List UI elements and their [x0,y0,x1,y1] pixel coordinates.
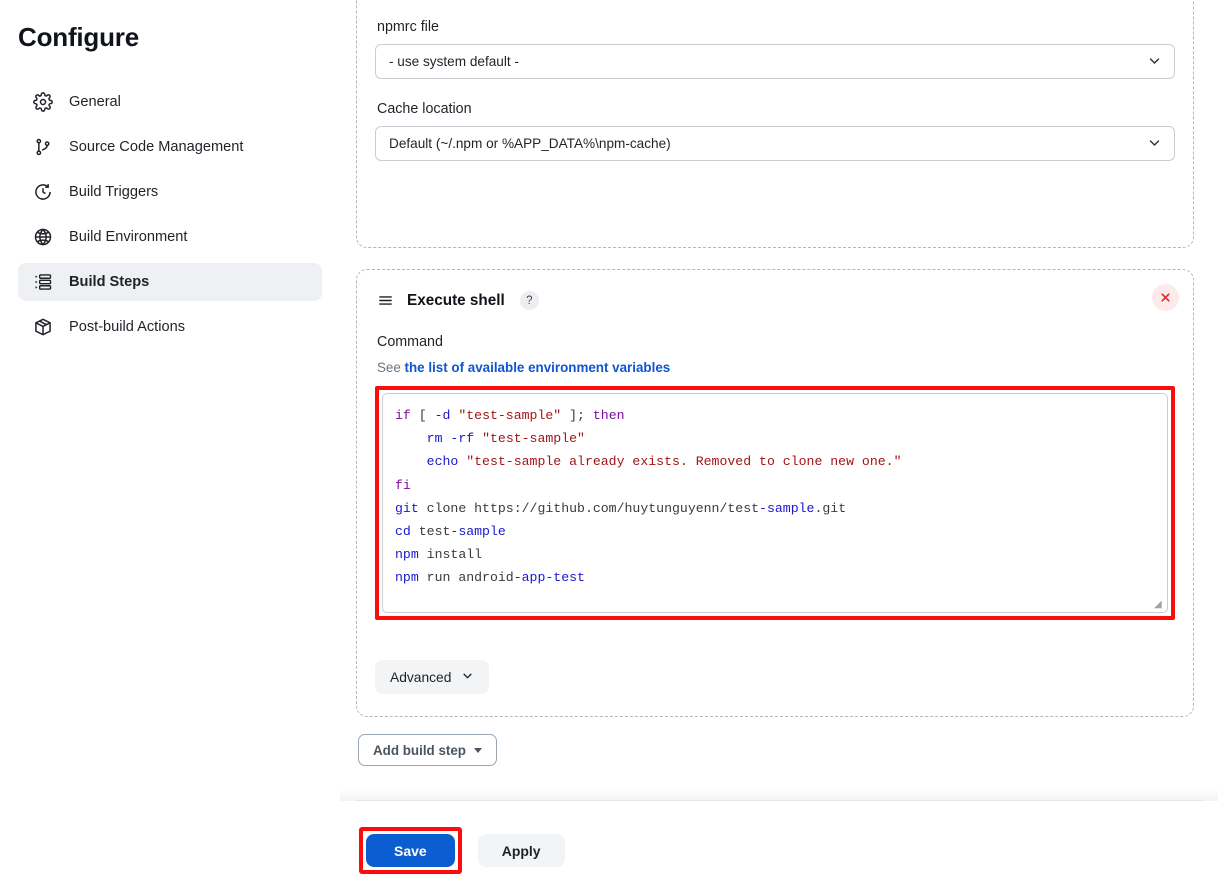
sidebar: Configure General Source Code Management… [0,0,340,875]
save-button[interactable]: Save [366,834,455,867]
npmrc-file-value: - use system default - [389,54,519,69]
chevron-down-icon [461,669,474,685]
globe-icon [32,227,53,248]
footer-divider [356,800,1202,801]
chevron-down-icon [1147,135,1162,153]
page-title: Configure [18,22,139,52]
close-icon[interactable] [1152,284,1179,311]
env-variables-link[interactable]: the list of available environment variab… [405,360,671,375]
sidebar-item-post-build-actions[interactable]: Post-build Actions [18,308,322,346]
resize-grip-icon[interactable]: ◢ [1154,600,1164,610]
advanced-button[interactable]: Advanced [375,660,490,694]
save-highlight-annotation: Save [359,827,462,874]
sidebar-item-label: Post-build Actions [69,319,186,335]
drag-handle-icon[interactable] [377,292,394,309]
cache-location-label: Cache location [377,101,472,117]
step-title: Execute shell [407,291,505,309]
sidebar-item-label: Build Triggers [69,184,159,200]
sidebar-item-build-triggers[interactable]: Build Triggers [18,173,322,211]
npm-settings-panel: ◢ npmrc file - use system default - Cach… [356,0,1194,248]
add-build-step-label: Add build step [373,742,466,758]
sidebar-item-label: Build Steps [69,274,150,290]
sidebar-item-source-code-management[interactable]: Source Code Management [18,128,322,166]
command-script: if [ -d "test-sample" ]; then rm -rf "te… [395,408,902,586]
sidebar-item-label: Source Code Management [69,139,244,155]
clock-icon [32,182,53,203]
execute-shell-header: Execute shell ? [375,286,1175,310]
main-content: ◢ npmrc file - use system default - Cach… [340,0,1218,875]
command-highlight-annotation: if [ -d "test-sample" ]; then rm -rf "te… [375,386,1175,620]
npmrc-file-select[interactable]: - use system default - [375,44,1175,79]
advanced-label: Advanced [390,669,452,685]
command-textarea[interactable]: if [ -d "test-sample" ]; then rm -rf "te… [382,393,1168,613]
cache-location-select[interactable]: Default (~/.npm or %APP_DATA%\npm-cache) [375,126,1175,161]
apply-button[interactable]: Apply [477,834,565,867]
git-branch-icon [32,137,53,158]
help-icon[interactable]: ? [519,291,539,310]
sidebar-item-label: General [69,94,121,110]
sidebar-item-build-steps[interactable]: Build Steps [18,263,322,301]
gear-icon [32,92,53,113]
form-footer: Save Apply [340,788,1218,875]
execute-shell-panel: Execute shell ? Command See the list of … [356,269,1194,717]
add-build-step-button[interactable]: Add build step [358,734,497,766]
package-icon [32,317,53,338]
configure-page: Configure General Source Code Management… [0,0,1218,875]
env-hint-prefix: See [377,360,405,375]
config-scroll-area[interactable]: ◢ npmrc file - use system default - Cach… [340,0,1218,800]
cache-location-value: Default (~/.npm or %APP_DATA%\npm-cache) [389,136,671,151]
list-steps-icon [32,272,53,293]
sidebar-item-label: Build Environment [69,229,188,245]
sidebar-item-build-environment[interactable]: Build Environment [18,218,322,256]
caret-down-icon [473,747,482,753]
chevron-down-icon [1147,53,1162,71]
npmrc-file-label: npmrc file [377,19,439,35]
command-label: Command [377,334,443,350]
sidebar-item-general[interactable]: General [18,83,322,121]
env-variables-hint: See the list of available environment va… [377,360,1175,375]
footer-buttons: Save Apply [359,827,565,874]
